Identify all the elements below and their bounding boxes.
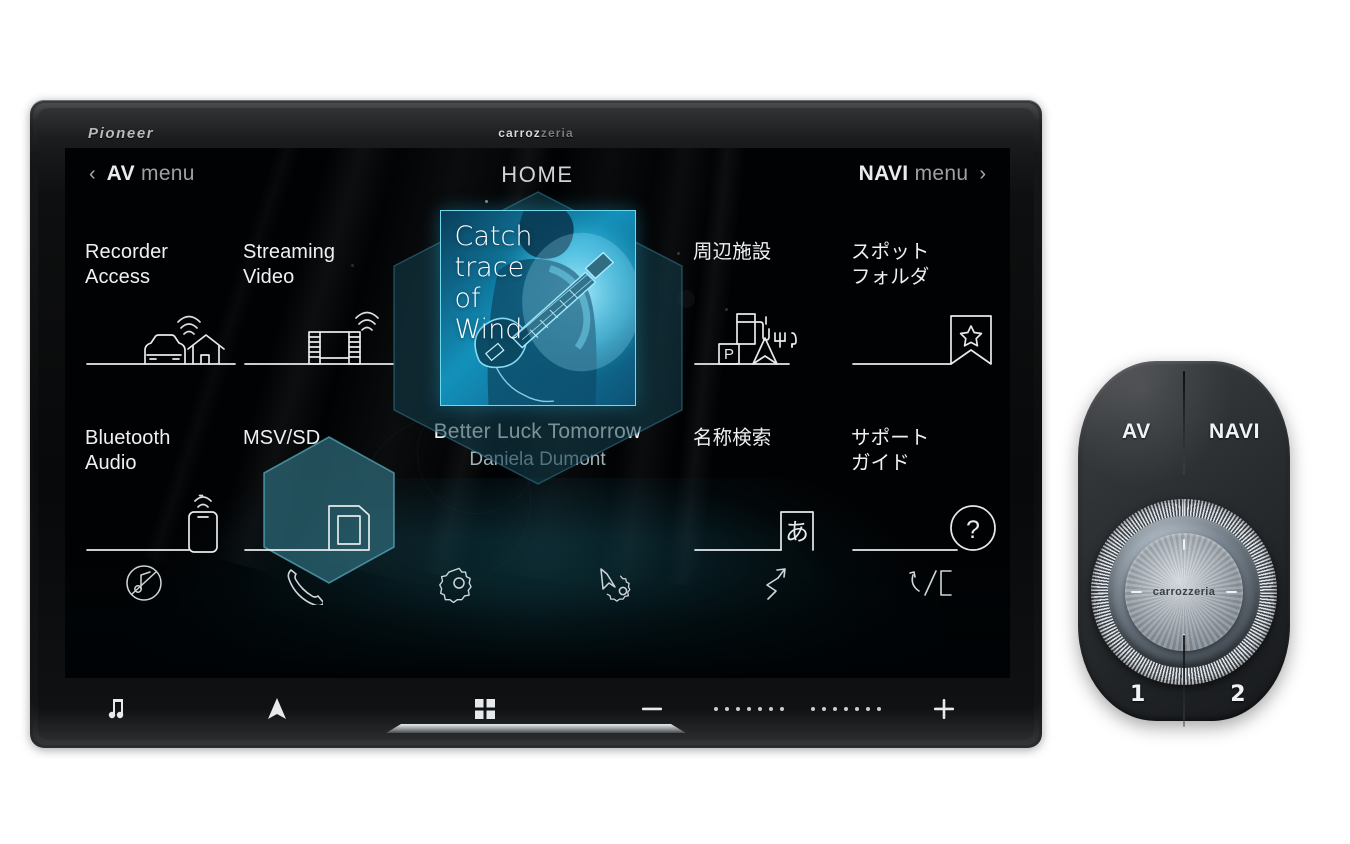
mute-music-icon [126,565,162,601]
knob-carrozzeria-logo: carrozzeria [1152,586,1216,598]
softkey-detour[interactable] [853,548,1011,618]
bookmark-star-icon [851,306,1006,368]
head-unit-bezel: Pioneer carrozzeria ‹ AV menu HOME NAVI … [38,108,1034,740]
phone-wifi-icon [85,492,240,554]
head-unit-device: Pioneer carrozzeria ‹ AV menu HOME NAVI … [30,100,1042,748]
remote-av-button[interactable]: AV [1122,420,1151,444]
navi-menu-button[interactable]: NAVI menu › [859,162,986,186]
hw-button-volume-down[interactable] [589,697,715,721]
navi-menu-label-strong: NAVI [858,162,909,185]
softkey-navi-settings[interactable] [538,548,696,618]
detour-road-icon [909,570,953,596]
svg-text:?: ? [966,516,980,544]
now-playing-panel[interactable]: Catch trace of Wind Better Luck Tomorrow… [392,191,683,485]
hiragana-a-icon: あ [693,492,848,554]
navi-menu-label-soft: menu [914,162,969,185]
sd-card-icon [243,492,398,554]
film-wifi-icon [243,306,398,368]
remote-preset-2-button[interactable]: 2 [1230,682,1246,707]
phone-handset-icon [287,569,324,605]
remote-top-divider [1183,371,1185,475]
tile-nearby-facilities[interactable]: 周辺施設 P [693,240,853,368]
remote-preset-1-button[interactable]: 1 [1130,682,1146,707]
knob-tick-top [1183,539,1185,550]
tile-bluetooth-audio-label: Bluetooth Audio [85,427,171,474]
touchscreen-display[interactable]: ‹ AV menu HOME NAVI menu › Recorder Acce… [65,148,1010,678]
album-art[interactable]: Catch trace of Wind [439,210,636,406]
hw-button-volume-up[interactable] [881,697,1007,721]
gas-fork-parking-icon: P [693,306,848,368]
volume-level-indicator [714,707,882,711]
hw-button-apps[interactable] [382,698,589,720]
tile-recorder-access-label: Recorder Access [85,241,169,288]
carrozzeria-logo: carrozzeria [38,126,1034,140]
carrozzeria-logo-dim: zeria [540,126,574,140]
softkey-phone[interactable] [223,548,381,618]
gear-icon [438,567,472,604]
tile-streaming-video[interactable]: Streaming Video [243,240,403,368]
svg-text:P: P [724,346,734,363]
tile-msv-sd-label: MSV/SD [243,427,321,449]
navi-menu-label: NAVI menu [859,162,969,186]
route-arrow-icon [765,568,786,600]
hw-button-audio[interactable] [65,697,171,721]
remote-navi-button[interactable]: NAVI [1209,420,1260,444]
tile-name-search-label: 名称検索 [693,427,772,449]
tile-msv-sd[interactable]: MSV/SD [243,426,403,554]
hardware-button-bar [65,683,1007,735]
tile-spot-folder-label: スポット フォルダ [851,241,930,288]
tile-recorder-access[interactable]: Recorder Access [85,240,245,368]
softkey-route[interactable] [695,548,853,618]
tile-support-guide-label: サポート ガイド [851,427,930,474]
navigation-arrow-icon [267,698,286,719]
softkey-av-settings[interactable] [380,548,538,618]
chevron-right-icon: › [979,163,986,185]
soft-key-row [65,548,1010,618]
car-house-wifi-icon [85,306,240,368]
music-note-icon [108,699,124,719]
tile-streaming-video-label: Streaming Video [243,241,336,288]
hw-button-navigation[interactable] [171,697,382,721]
tile-nearby-facilities-label: 周辺施設 [693,241,772,263]
screen-top-bar: ‹ AV menu HOME NAVI menu › [65,148,1010,204]
screenshot-root: Pioneer carrozzeria ‹ AV menu HOME NAVI … [0,0,1350,844]
plus-icon [934,699,955,719]
remote-bottom-divider [1183,635,1185,727]
minus-icon [641,707,662,711]
question-mark-icon: ? [851,492,1006,554]
rotary-remote-commander[interactable]: AV NAVI carrozzeria 1 2 [1078,361,1290,727]
softkey-mute[interactable] [65,548,223,618]
album-art-title: Catch trace of Wind [454,221,533,345]
tile-name-search[interactable]: 名称検索 あ [693,426,853,554]
svg-text:あ: あ [785,518,809,546]
tile-support-guide[interactable]: サポート ガイド ? [851,426,1010,554]
tile-spot-folder[interactable]: スポット フォルダ [851,240,1010,368]
tile-bluetooth-audio[interactable]: Bluetooth Audio [85,426,245,554]
app-grid-icon [475,699,496,719]
cursor-gear-icon [600,568,631,602]
rotary-dial-knob[interactable]: carrozzeria [1125,533,1243,651]
carrozzeria-logo-bright: carroz [498,126,541,140]
